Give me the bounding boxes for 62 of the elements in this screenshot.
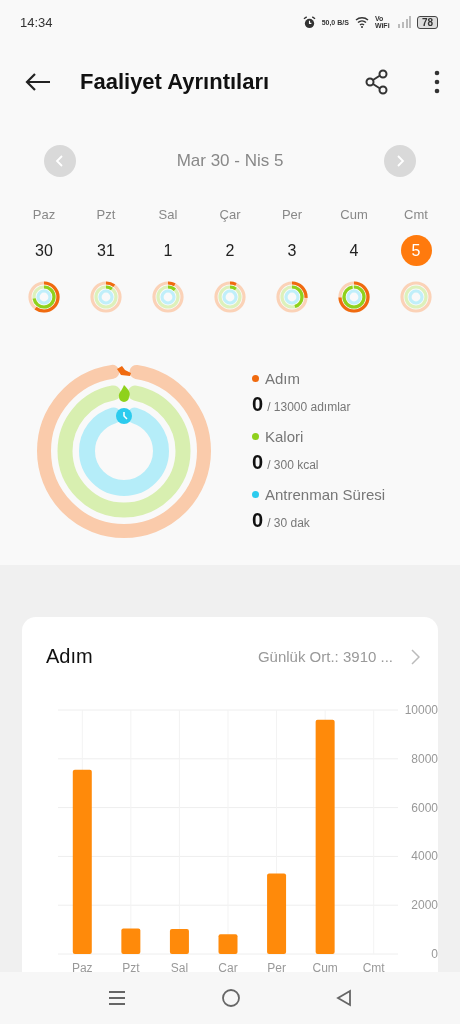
metric-goal: / 13000 adımlar — [267, 400, 351, 414]
axis-label: 6000 — [411, 800, 438, 815]
home-icon — [221, 988, 241, 1008]
bar — [121, 928, 141, 954]
day-date[interactable]: 31 — [90, 235, 122, 266]
day-date[interactable]: 4 — [338, 235, 370, 266]
axis-label: 2000 — [411, 898, 438, 913]
weekday-label: Cum — [340, 207, 368, 222]
share-icon — [364, 69, 390, 95]
metric-label: Kalori — [265, 428, 304, 445]
axis-label: Car — [218, 961, 238, 972]
activity-rings-icon — [150, 279, 186, 315]
activity-rings-icon — [336, 279, 372, 315]
axis-label: Cum — [312, 961, 338, 972]
bar — [218, 934, 238, 954]
metric-goal: / 300 kcal — [267, 458, 319, 472]
day-date[interactable]: 3 — [276, 235, 308, 266]
alarm-icon — [302, 15, 316, 29]
weekday-label: Paz — [32, 207, 56, 222]
weekday-label: Cmt — [404, 207, 428, 222]
battery-level: 78 — [416, 15, 438, 29]
day-date[interactable]: 30 — [28, 235, 60, 266]
more-icon — [434, 70, 440, 94]
activity-rings-icon — [274, 279, 310, 315]
chevron-left-icon — [55, 154, 65, 168]
axis-label: 0 — [431, 947, 438, 961]
chevron-right-icon — [395, 154, 405, 168]
axis-label: 10000 — [404, 703, 438, 717]
menu-icon — [107, 990, 126, 1006]
metric-goal: / 30 dak — [267, 516, 310, 530]
axis-label: Cmt — [362, 961, 385, 972]
weekday-label: Çar — [219, 207, 241, 222]
weekday-label: Sal — [158, 207, 178, 222]
axis-label: Sal — [170, 961, 189, 972]
metric-label: Adım — [265, 370, 300, 387]
metric-value: 0 — [252, 393, 264, 416]
activity-rings-icon — [88, 279, 124, 315]
wifi-icon — [354, 16, 369, 28]
weekday-label: Per — [281, 207, 303, 222]
axis-label: 4000 — [411, 849, 438, 864]
day-date[interactable]: 2 — [214, 235, 246, 266]
axis-label: 8000 — [411, 751, 438, 766]
activity-rings-icon — [212, 279, 248, 315]
clock-time: 14:34 — [20, 14, 53, 30]
back-triangle-icon — [336, 989, 353, 1007]
page-title: Faaliyet Ayrıntıları — [80, 69, 271, 95]
axis-label: Pzt — [122, 961, 140, 972]
activity-rings-icon — [398, 279, 434, 315]
card-title: Adım — [46, 645, 93, 668]
axis-label: Per — [267, 961, 286, 972]
bar — [169, 929, 189, 954]
signal-icon — [396, 16, 411, 28]
metric-value: 0 — [252, 509, 264, 532]
metric-value: 0 — [252, 451, 264, 474]
back-arrow-icon — [24, 72, 52, 92]
metric-label: Antrenman Süresi — [265, 486, 386, 503]
day-date[interactable]: 1 — [152, 235, 184, 266]
weekday-label: Pzt — [96, 207, 116, 222]
axis-label: Paz — [71, 961, 93, 972]
date-range: Mar 30 - Nis 5 — [176, 151, 284, 171]
activity-rings-icon — [26, 279, 62, 315]
chevron-right-icon — [411, 648, 420, 665]
